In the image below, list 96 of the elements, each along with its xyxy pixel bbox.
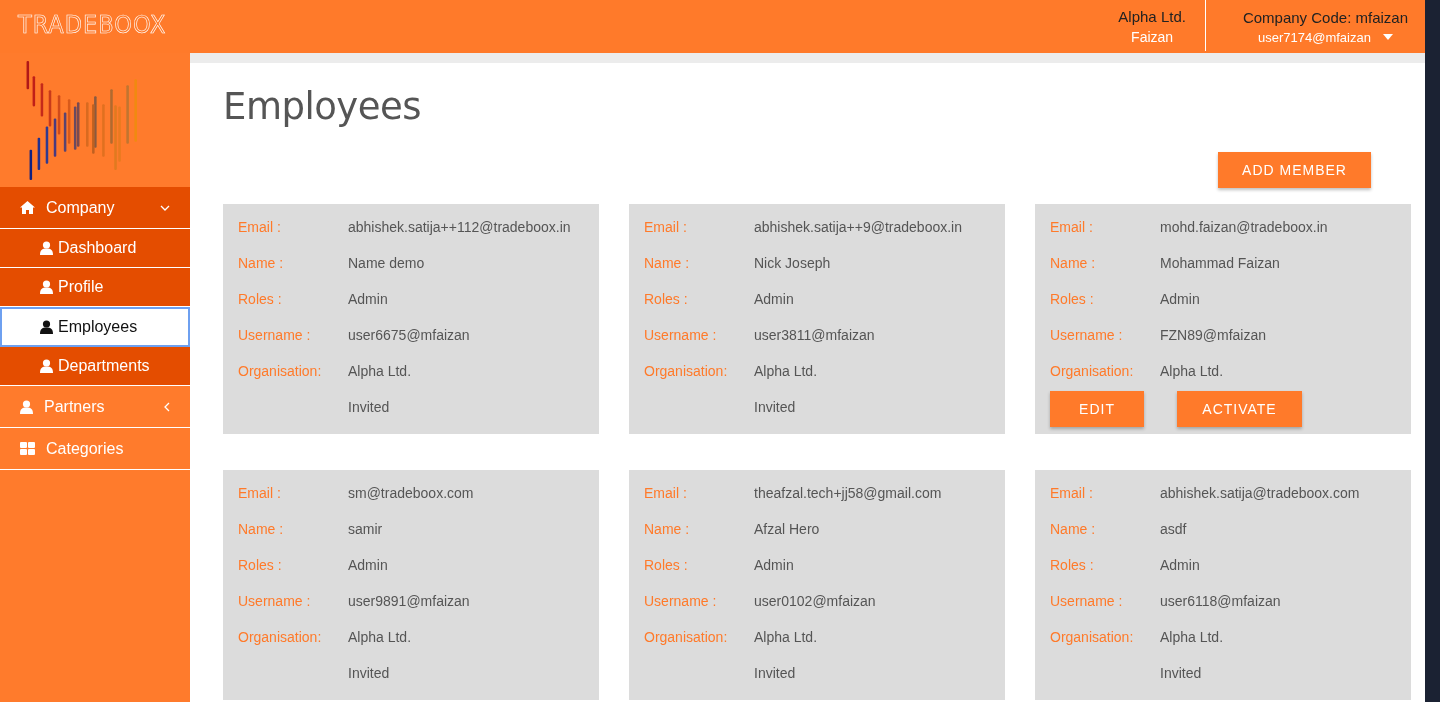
field-label: Organisation: [238,363,323,381]
chevron-left-icon [164,401,170,412]
field-value: Name demo [348,255,425,273]
user-menu[interactable]: user7174@mfaizan [1258,29,1393,45]
field-label: Organisation: [1050,629,1135,647]
field-label: Roles : [1050,291,1095,309]
field-label: Name : [644,521,691,539]
field-label: Name : [238,521,285,539]
nav-label: Company [46,198,116,217]
company-name: Alpha Ltd. [1118,8,1186,25]
home-icon [20,201,35,214]
field-value: abhishek.satija@tradeboox.com [1160,485,1360,503]
field-label: Username : [644,327,718,345]
field-value: Nick Joseph [754,255,831,273]
nav-subitem[interactable]: Dashboard [0,229,190,268]
field-label: Roles : [644,557,689,575]
field-value: asdf [1160,521,1187,539]
user-name: Faizan [1131,29,1174,45]
caret-icon [1382,34,1393,40]
field-value: Admin [1160,557,1200,575]
grid-icon [20,442,35,455]
field-label: Roles : [238,291,283,309]
field-value: Alpha Ltd. [1160,629,1224,647]
field-label: Roles : [1050,557,1095,575]
field-value: Alpha Ltd. [754,629,818,647]
brand-logo[interactable]: TRADEBOOX [0,0,167,53]
field-label: Email : [644,219,688,237]
company-code: Company Code: mfaizan [1242,8,1408,26]
field-label: Organisation: [1050,363,1135,381]
field-label: Email : [238,485,282,503]
field-value: mohd.faizan@tradeboox.in [1160,219,1328,237]
user-icon [20,399,33,414]
field-value: Admin [754,557,794,575]
status-text: Invited [348,665,390,683]
nav-item[interactable]: Company [0,187,190,229]
field-value: user9891@mfaizan [348,593,470,611]
field-value: abhishek.satija++112@tradeboox.in [348,219,571,237]
nav-label: Departments [58,357,150,375]
field-value: Admin [348,291,388,309]
field-label: Username : [1050,327,1124,345]
field-value: user0102@mfaizan [754,593,876,611]
field-label: Name : [238,255,285,273]
field-label: Username : [238,593,312,611]
field-value: samir [348,521,383,539]
field-label: Name : [1050,521,1097,539]
field-value: Alpha Ltd. [348,629,412,647]
nav-subitem[interactable]: Profile [0,268,190,307]
nav-label: Categories [46,439,125,458]
field-label: Email : [1050,485,1094,503]
nav-label: Profile [58,278,104,296]
field-value: user3811@mfaizan [754,327,875,345]
nav-label: Employees [58,318,138,336]
nav-label: Partners [44,397,106,416]
status-text: Invited [1160,665,1202,683]
field-value: Alpha Ltd. [754,363,818,381]
field-label: Name : [1050,255,1097,273]
field-label: Organisation: [238,629,323,647]
nav-label: Dashboard [58,239,137,257]
field-value: Mohammad Faizan [1160,255,1280,273]
page-title: Employees [223,85,423,128]
field-label: Username : [644,593,718,611]
field-value: Admin [1160,291,1200,309]
field-label: Email : [238,219,282,237]
field-label: Email : [1050,219,1094,237]
nav-subitem[interactable]: Employees [0,307,190,347]
field-value: Admin [754,291,794,309]
field-label: Username : [238,327,312,345]
card-button[interactable]: EDIT [1050,391,1144,427]
field-value: abhishek.satija++9@tradeboox.in [754,219,963,237]
field-label: Roles : [238,557,283,575]
status-text: Invited [754,665,796,683]
status-text: Invited [754,399,796,417]
field-value: user6675@mfaizan [348,327,470,345]
field-label: Name : [644,255,691,273]
field-value: Alpha Ltd. [348,363,412,381]
field-label: Roles : [644,291,689,309]
field-value: FZN89@mfaizan [1160,327,1267,345]
add-member-button[interactable]: ADD MEMBER [1218,152,1371,188]
user-icon [40,359,53,373]
field-value: theafzal.tech+jj58@gmail.com [754,485,942,503]
field-label: Email : [644,485,688,503]
field-label: Organisation: [644,629,729,647]
field-value: sm@tradeboox.com [348,485,474,503]
field-label: Username : [1050,593,1124,611]
user-icon [40,320,53,334]
field-value: user6118@mfaizan [1160,593,1281,611]
field-value: Afzal Hero [754,521,820,539]
user-icon [40,280,53,294]
nav-subitem[interactable]: Departments [0,347,190,386]
card-button[interactable]: ACTIVATE [1177,391,1302,427]
chevron-down-icon [160,204,170,211]
status-text: Invited [348,399,390,417]
field-value: Admin [348,557,388,575]
user-icon [40,241,53,255]
field-value: Alpha Ltd. [1160,363,1224,381]
field-label: Organisation: [644,363,729,381]
